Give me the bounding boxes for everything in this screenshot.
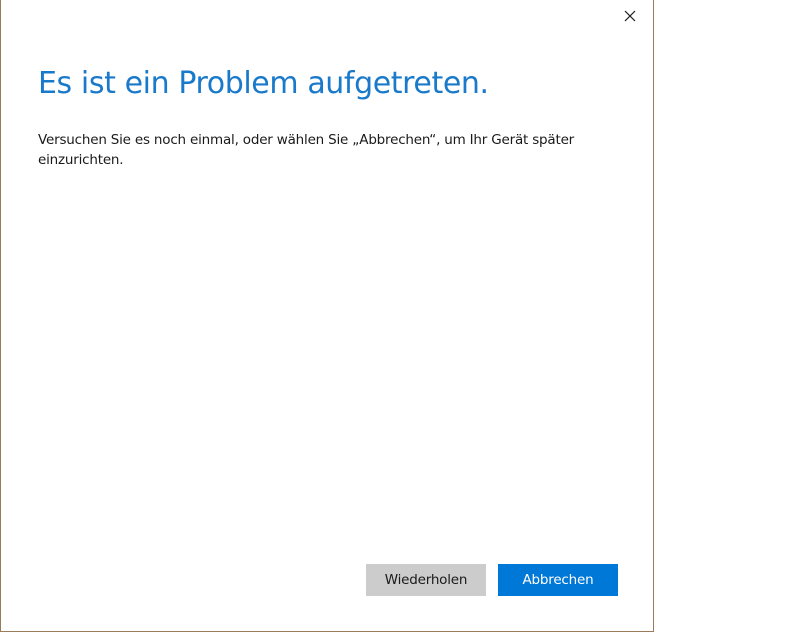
retry-button[interactable]: Wiederholen xyxy=(366,564,486,596)
cancel-button[interactable]: Abbrechen xyxy=(498,564,618,596)
dialog-title: Es ist ein Problem aufgetreten. xyxy=(38,66,489,101)
close-button[interactable] xyxy=(613,4,647,28)
close-icon xyxy=(624,10,636,22)
dialog-message: Versuchen Sie es noch einmal, oder wähle… xyxy=(38,132,575,168)
error-dialog: Es ist ein Problem aufgetreten. Versuche… xyxy=(0,0,654,632)
